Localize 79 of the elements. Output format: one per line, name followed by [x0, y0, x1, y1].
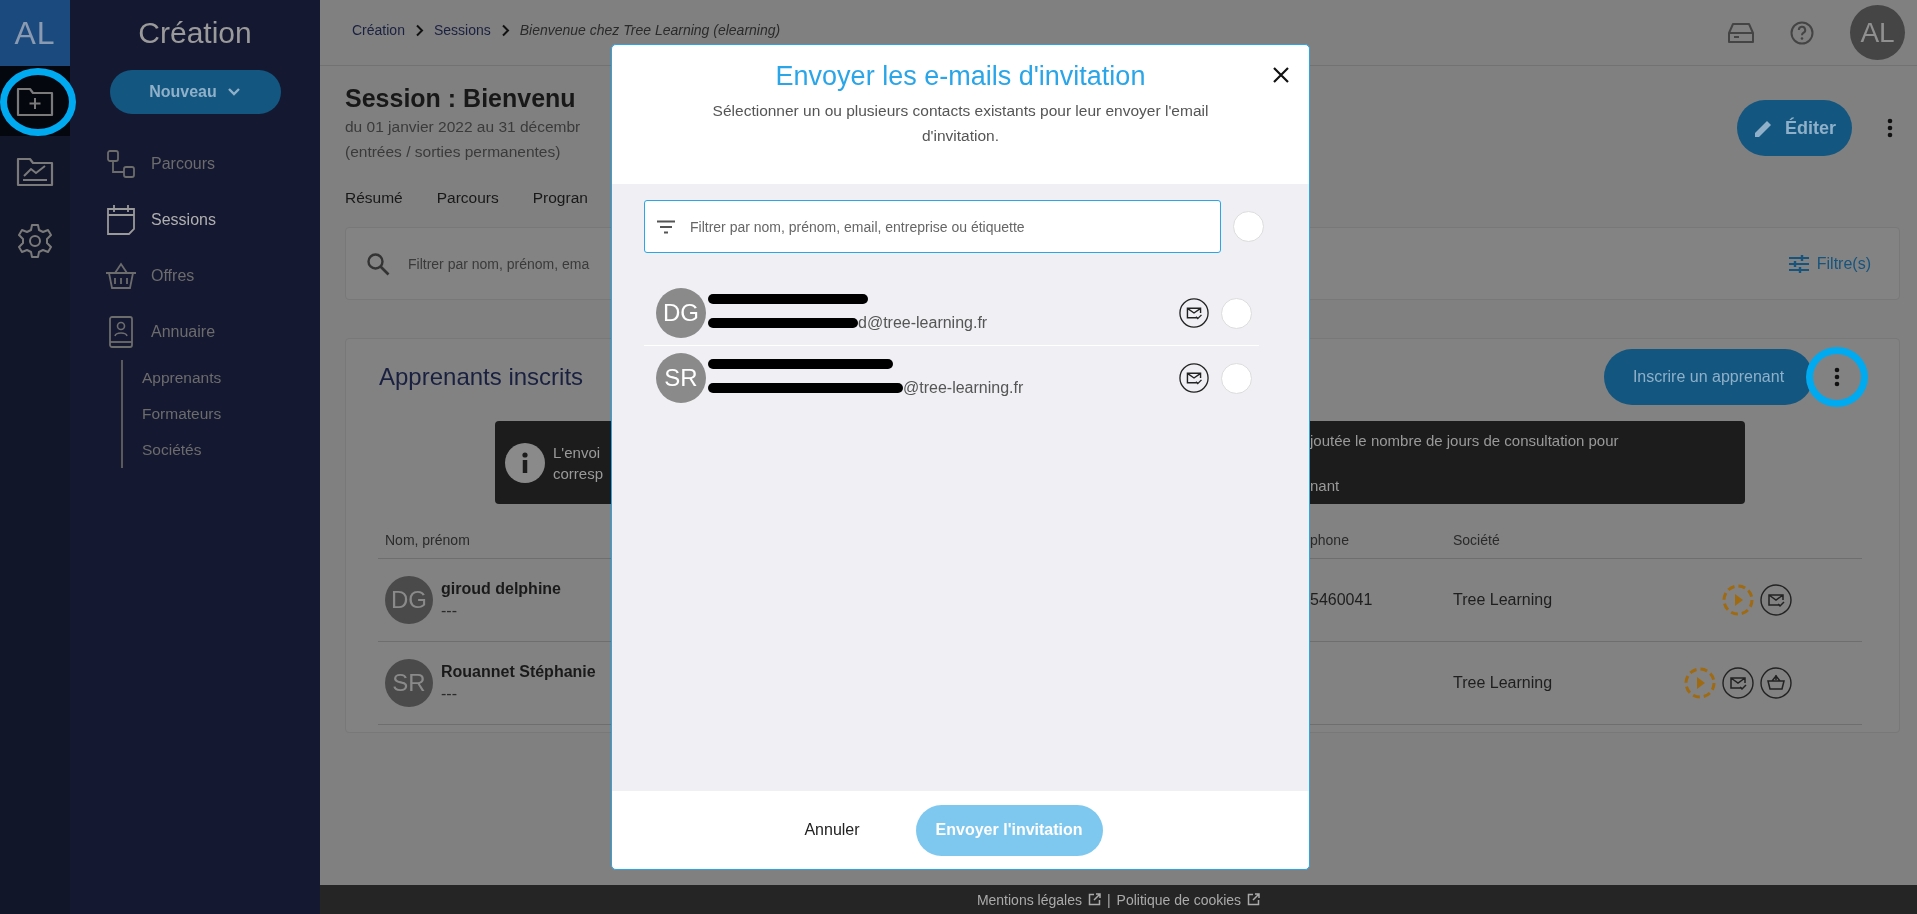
search-placeholder: Filtrer par nom, prénom, ema — [408, 255, 590, 272]
avatar: DG — [656, 288, 706, 338]
select-radio[interactable] — [1221, 297, 1252, 329]
inbox-icon[interactable] — [1728, 21, 1754, 44]
separator-text: | — [1106, 891, 1111, 908]
filter-icon — [657, 220, 675, 234]
folder-icon — [16, 85, 54, 117]
more-icon[interactable] — [1833, 367, 1841, 387]
new-button[interactable]: Nouveau — [109, 70, 281, 114]
notice-text: nant — [1310, 476, 1341, 494]
session-note: (entrées / sorties permanentes) — [345, 142, 562, 162]
card-title: Apprenants inscrits — [379, 363, 584, 391]
tab[interactable]: Résumé — [345, 189, 403, 207]
select-all-radio[interactable] — [1233, 211, 1264, 242]
section-title: Création — [137, 15, 253, 50]
more-icon[interactable] — [1886, 118, 1894, 138]
sidebar-item[interactable]: Offres — [70, 248, 320, 304]
edit-button[interactable]: Éditer — [1737, 100, 1852, 156]
learner-name: Rouannet Stéphanie — [441, 663, 596, 681]
table-cell: Tree Learning — [1453, 591, 1553, 609]
column-header: phone — [1310, 532, 1350, 548]
avatar: DG — [385, 576, 433, 624]
user-avatar[interactable]: AL — [1850, 5, 1905, 60]
chart-folder-icon — [16, 155, 54, 187]
tab[interactable]: Parcours — [436, 189, 499, 207]
mail-check-icon[interactable] — [1722, 667, 1754, 699]
calendar-icon — [105, 204, 137, 236]
basket-icon[interactable] — [1760, 667, 1792, 699]
info-icon — [505, 442, 545, 483]
settings-icon — [18, 223, 52, 259]
select-radio[interactable] — [1221, 362, 1252, 394]
session-dates: du 01 janvier 2022 au 31 décembr — [345, 117, 581, 137]
table-cell: Tree Learning — [1453, 674, 1553, 692]
sidebar-subitem[interactable]: Formateurs — [142, 396, 320, 432]
footer-link[interactable]: Mentions légales — [976, 891, 1082, 908]
mail-check-icon[interactable] — [1760, 584, 1792, 616]
sliders-icon — [1788, 254, 1809, 273]
sidebar-subitem[interactable]: Sociétés — [142, 432, 320, 468]
external-link-icon — [1247, 893, 1261, 906]
search-icon — [366, 251, 390, 276]
flow-icon — [105, 149, 137, 179]
chevron-right-icon — [500, 23, 510, 37]
breadcrumb-link[interactable]: Sessions — [433, 22, 491, 38]
filter-field[interactable]: Filtrer par nom, prénom, email, entreprise ou étiquette — [644, 200, 1221, 253]
logo: AL — [0, 0, 70, 66]
cancel-button[interactable]: Annuler — [798, 820, 866, 840]
tab[interactable]: Progran — [532, 189, 588, 207]
footer-link[interactable]: Politique de cookies — [1116, 891, 1242, 908]
avatar: SR — [385, 659, 433, 707]
basket-icon — [105, 262, 137, 290]
learner-detail: --- — [441, 685, 458, 703]
external-link-icon — [1087, 893, 1101, 906]
chevron-right-icon — [414, 23, 424, 37]
mail-check-icon[interactable] — [1179, 363, 1209, 393]
avatar: SR — [656, 353, 706, 403]
learner-name: giroud delphine — [441, 580, 561, 598]
chevron-down-icon — [226, 87, 241, 97]
dialog-subtitle: Sélectionner un ou plusieurs contacts existants pour leur envoyer l'email d'invitation. — [711, 101, 1210, 146]
table-cell: 5460041 — [1310, 591, 1373, 608]
contact-email: @tree-learning.fr — [903, 379, 1024, 397]
sidebar-subitem[interactable]: Apprenants — [142, 360, 320, 396]
sidebar-item[interactable]: Annuaire — [70, 304, 320, 360]
session-title: Session : Bienvenu — [345, 83, 577, 114]
notice-text: joutée le nombre de jours de consultation pour — [1310, 431, 1620, 449]
help-icon[interactable] — [1790, 20, 1814, 45]
notice-text: L'envoi — [553, 443, 602, 461]
contact-email: d@tree-learning.fr — [858, 314, 988, 332]
sidebar-item[interactable]: Parcours — [70, 136, 320, 192]
breadcrumb-current: Bienvenue chez Tree Learning (elearning) — [519, 22, 781, 38]
notice-text: corresp — [553, 464, 605, 482]
filter-button[interactable]: Filtre(s) — [1782, 253, 1877, 274]
mail-check-icon[interactable] — [1179, 298, 1209, 328]
column-header: Société — [1453, 532, 1501, 548]
close-icon[interactable] — [1273, 67, 1289, 83]
learner-detail: --- — [441, 602, 458, 620]
dialog-title: Envoyer les e-mails d'invitation — [775, 61, 1146, 92]
column-header: Nom, prénom — [384, 532, 471, 548]
breadcrumb-link[interactable]: Création — [352, 22, 405, 38]
sidebar-item[interactable]: Sessions — [70, 192, 320, 248]
